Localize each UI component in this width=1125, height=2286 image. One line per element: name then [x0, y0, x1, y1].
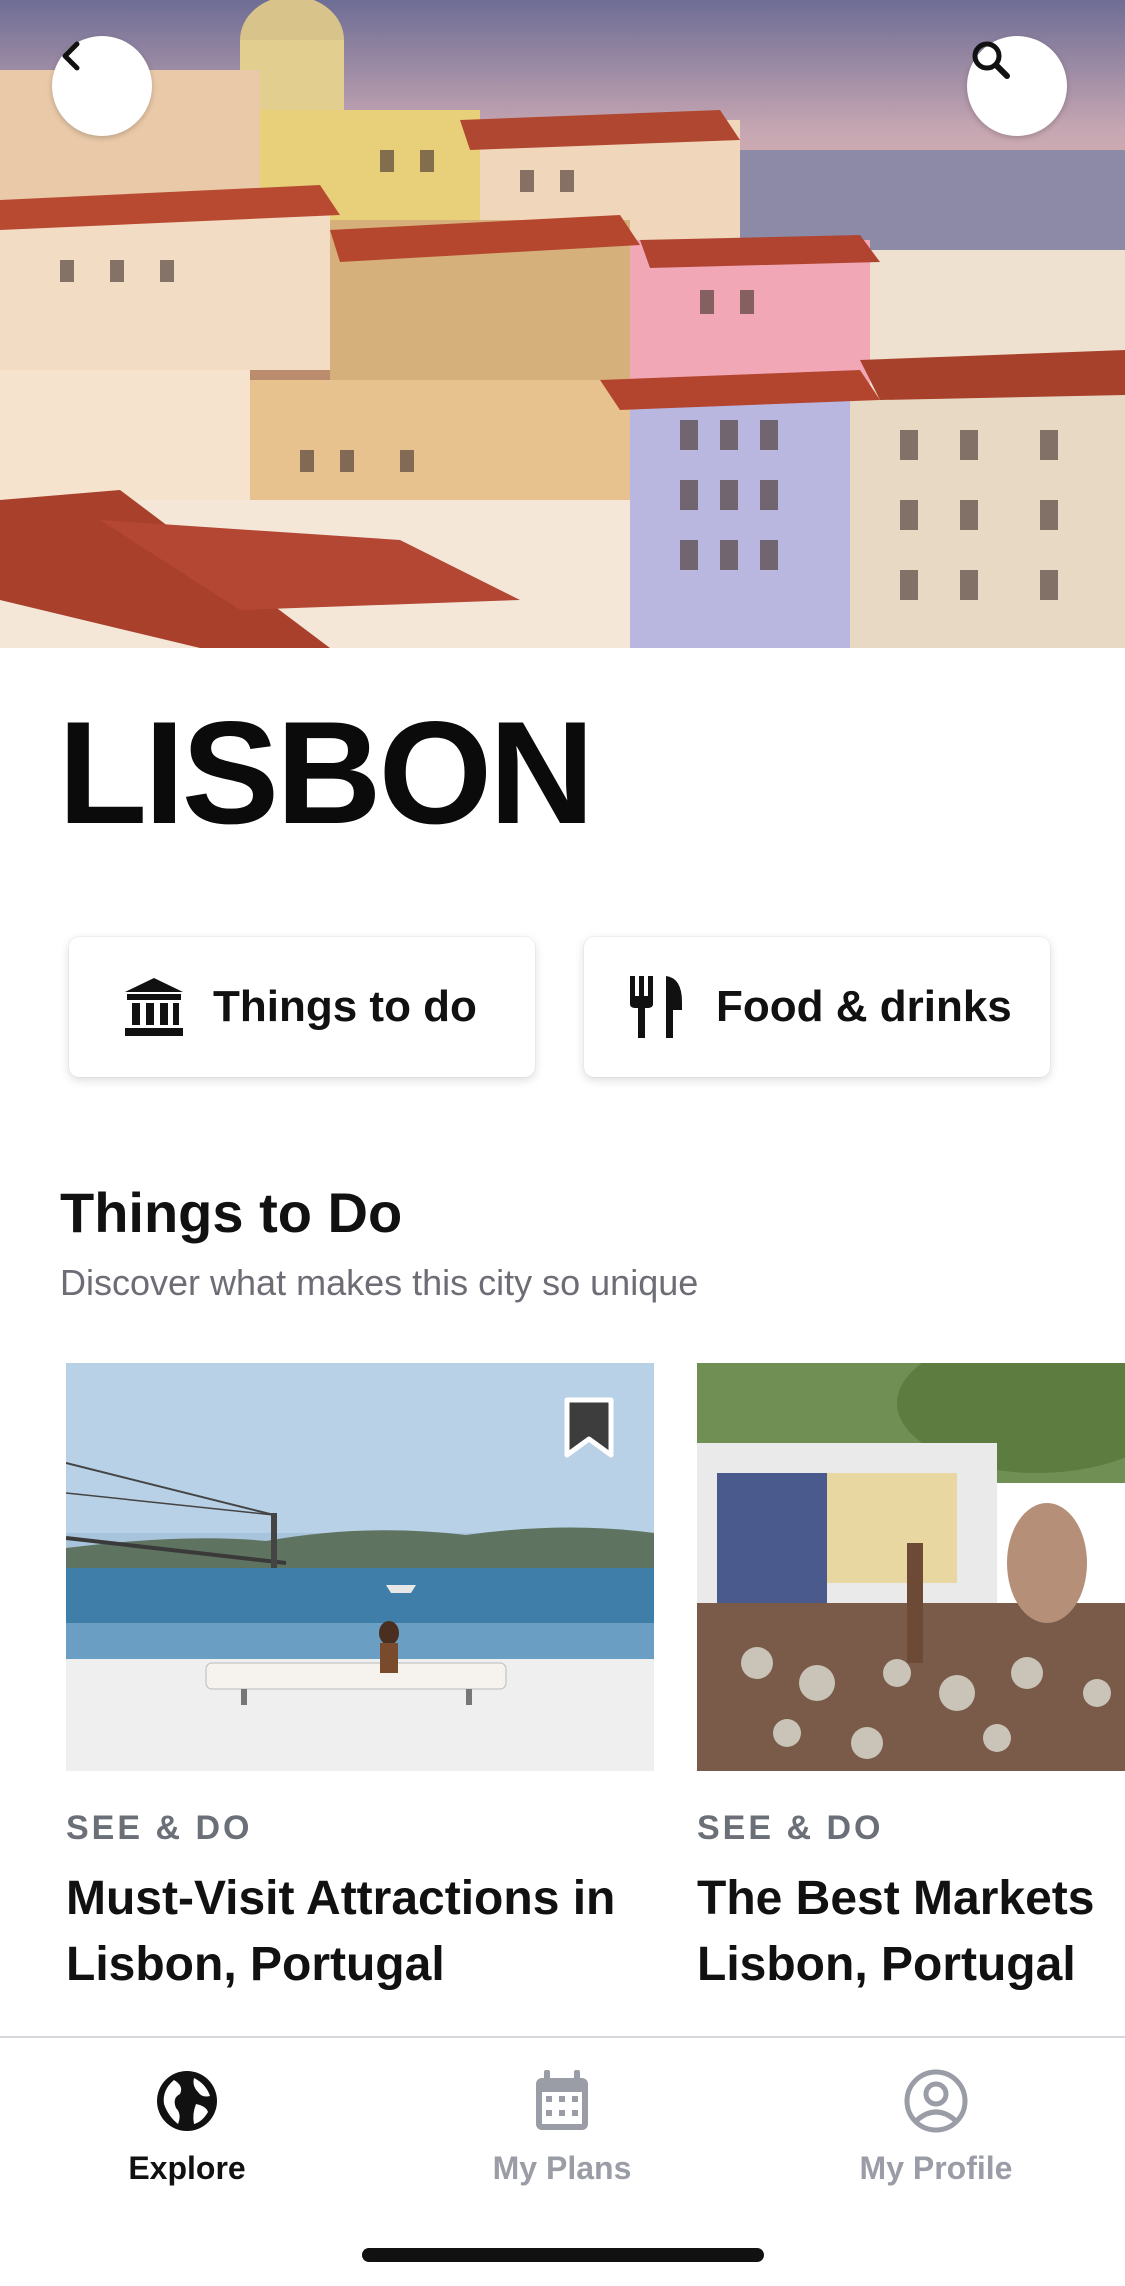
back-button[interactable] [52, 36, 152, 136]
bookmark-icon[interactable] [562, 1397, 616, 1459]
lisbon-cityscape-illustration [0, 0, 1125, 648]
tab-my-profile-label: My Profile [859, 2150, 1013, 2186]
search-icon [972, 41, 1010, 79]
card-kicker: SEE & DO [697, 1809, 884, 1847]
fork-knife-icon [624, 974, 690, 1040]
card-image-market [697, 1363, 1125, 1771]
food-drinks-label: Food & drinks [716, 982, 1012, 1031]
card-title-line2: Lisbon, Portugal [66, 1938, 445, 1991]
card-title-line1: Must-Visit Attractions in [66, 1872, 616, 1925]
food-drinks-button[interactable]: Food & drinks [584, 937, 1050, 1077]
chevron-left-icon [62, 41, 80, 71]
section-title: Things to Do [60, 1181, 403, 1244]
article-card[interactable]: SEE & DO The Best Markets Lisbon, Portug… [697, 1363, 1125, 1998]
hero-image [0, 0, 1125, 648]
tab-explore[interactable]: Explore [37, 2066, 337, 2187]
landmark-icon [121, 974, 187, 1040]
card-title: Must-Visit Attractions in Lisbon, Portug… [66, 1866, 654, 1998]
card-image-bridge [66, 1363, 654, 1771]
card-title-line2: Lisbon, Portugal [697, 1938, 1076, 1991]
tab-my-plans[interactable]: My Plans [412, 2066, 712, 2187]
tab-explore-label: Explore [128, 2150, 246, 2186]
section-subtitle: Discover what makes this city so unique [60, 1262, 699, 1303]
card-title-line1: The Best Markets [697, 1872, 1095, 1925]
home-indicator [362, 2248, 764, 2262]
tab-my-plans-label: My Plans [492, 2150, 632, 2186]
city-title: LISBON [58, 691, 595, 854]
card-title: The Best Markets Lisbon, Portugal [697, 1866, 1125, 1998]
user-icon [904, 2069, 968, 2133]
calendar-icon [536, 2070, 588, 2130]
things-to-do-label: Things to do [213, 982, 477, 1031]
search-button[interactable] [967, 36, 1067, 136]
globe-icon [157, 2071, 217, 2131]
things-to-do-button[interactable]: Things to do [69, 937, 535, 1077]
article-card[interactable]: SEE & DO Must-Visit Attractions in Lisbo… [66, 1363, 654, 1998]
card-kicker: SEE & DO [66, 1809, 253, 1847]
tab-my-profile[interactable]: My Profile [786, 2066, 1086, 2187]
